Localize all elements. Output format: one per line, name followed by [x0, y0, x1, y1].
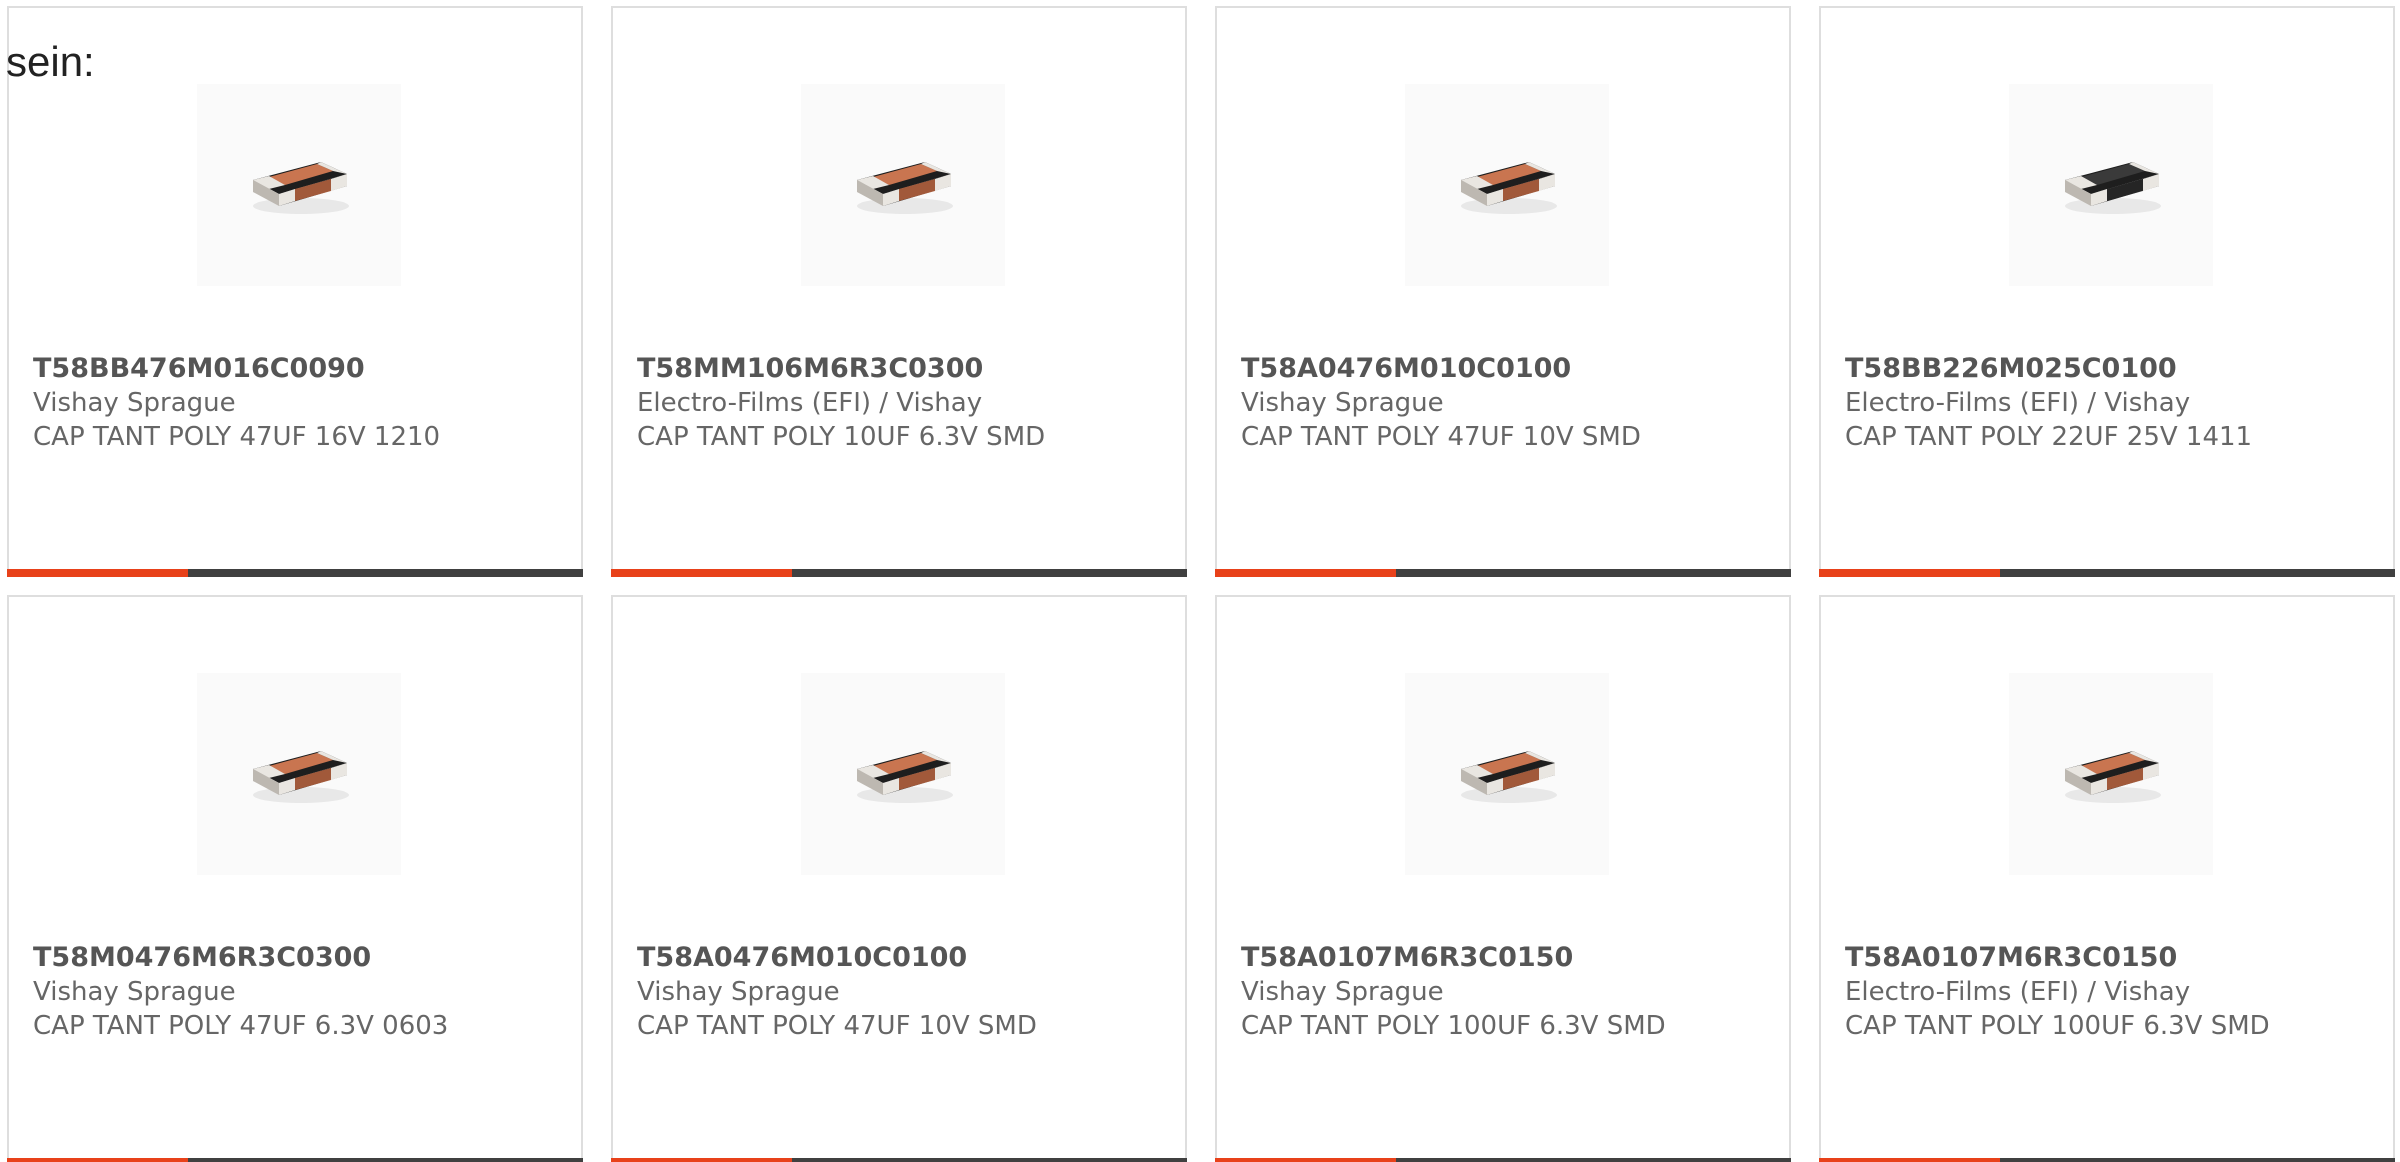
product-image[interactable]	[197, 673, 401, 875]
manufacturer: Vishay Sprague	[637, 977, 840, 1007]
product-card[interactable]: T58BB476M016C0090 Vishay Sprague CAP TAN…	[7, 6, 583, 577]
progress-bar-fill	[1215, 569, 1397, 577]
part-number[interactable]: T58A0107M6R3C0150	[1241, 941, 1573, 975]
product-card[interactable]: T58BB226M025C0100 Electro-Films (EFI) / …	[1819, 6, 2395, 577]
progress-bar-fill	[1819, 569, 2001, 577]
product-image[interactable]	[2009, 673, 2213, 875]
product-image[interactable]	[1405, 673, 1609, 875]
progress-bar-fill	[1819, 1158, 2001, 1162]
progress-bar	[611, 569, 1187, 577]
smd-capacitor-orange-icon	[239, 729, 359, 819]
product-card[interactable]: T58A0476M010C0100 Vishay Sprague CAP TAN…	[611, 595, 1187, 1162]
description: CAP TANT POLY 47UF 16V 1210	[33, 422, 441, 452]
product-card[interactable]: T58A0476M010C0100 Vishay Sprague CAP TAN…	[1215, 6, 1791, 577]
part-number[interactable]: T58A0476M010C0100	[637, 941, 967, 975]
progress-bar	[1215, 1158, 1791, 1162]
page: sein: T58BB476M016C0090 Vishay Sprague C…	[0, 0, 2400, 1162]
part-number[interactable]: T58A0476M010C0100	[1241, 352, 1571, 386]
smd-capacitor-orange-icon	[239, 140, 359, 230]
progress-bar-fill	[7, 1158, 189, 1162]
progress-bar-fill	[7, 569, 189, 577]
product-card[interactable]: T58M0476M6R3C0300 Vishay Sprague CAP TAN…	[7, 595, 583, 1162]
product-grid: T58BB476M016C0090 Vishay Sprague CAP TAN…	[7, 6, 2399, 1162]
manufacturer: Electro-Films (EFI) / Vishay	[1845, 388, 2191, 418]
part-number[interactable]: T58A0107M6R3C0150	[1845, 941, 2177, 975]
progress-bar	[7, 569, 583, 577]
progress-bar	[1819, 569, 2395, 577]
part-number[interactable]: T58M0476M6R3C0300	[33, 941, 371, 975]
manufacturer: Electro-Films (EFI) / Vishay	[637, 388, 983, 418]
smd-capacitor-black-icon	[2051, 140, 2171, 230]
description: CAP TANT POLY 47UF 6.3V 0603	[33, 1011, 449, 1041]
description: CAP TANT POLY 100UF 6.3V SMD	[1241, 1011, 1666, 1041]
progress-bar-fill	[611, 1158, 793, 1162]
progress-bar	[611, 1158, 1187, 1162]
part-number[interactable]: T58MM106M6R3C0300	[637, 352, 983, 386]
part-number[interactable]: T58BB476M016C0090	[33, 352, 365, 386]
product-card[interactable]: T58A0107M6R3C0150 Electro-Films (EFI) / …	[1819, 595, 2395, 1162]
description: CAP TANT POLY 100UF 6.3V SMD	[1845, 1011, 2270, 1041]
smd-capacitor-orange-icon	[843, 729, 963, 819]
smd-capacitor-orange-icon	[843, 140, 963, 230]
manufacturer: Vishay Sprague	[1241, 388, 1444, 418]
progress-bar-fill	[611, 569, 793, 577]
smd-capacitor-orange-icon	[2051, 729, 2171, 819]
manufacturer: Vishay Sprague	[1241, 977, 1444, 1007]
manufacturer: Vishay Sprague	[33, 977, 236, 1007]
progress-bar	[1215, 569, 1791, 577]
description: CAP TANT POLY 47UF 10V SMD	[637, 1011, 1037, 1041]
part-number[interactable]: T58BB226M025C0100	[1845, 352, 2177, 386]
intro-text: sein:	[6, 38, 95, 85]
description: CAP TANT POLY 47UF 10V SMD	[1241, 422, 1641, 452]
progress-bar	[1819, 1158, 2395, 1162]
product-image[interactable]	[801, 673, 1005, 875]
description: CAP TANT POLY 22UF 25V 1411	[1845, 422, 2253, 452]
manufacturer: Vishay Sprague	[33, 388, 236, 418]
product-card[interactable]: T58A0107M6R3C0150 Vishay Sprague CAP TAN…	[1215, 595, 1791, 1162]
product-image[interactable]	[801, 84, 1005, 286]
progress-bar	[7, 1158, 583, 1162]
manufacturer: Electro-Films (EFI) / Vishay	[1845, 977, 2191, 1007]
progress-bar-fill	[1215, 1158, 1397, 1162]
product-card[interactable]: T58MM106M6R3C0300 Electro-Films (EFI) / …	[611, 6, 1187, 577]
product-image[interactable]	[197, 84, 401, 286]
description: CAP TANT POLY 10UF 6.3V SMD	[637, 422, 1046, 452]
product-image[interactable]	[1405, 84, 1609, 286]
smd-capacitor-orange-icon	[1447, 729, 1567, 819]
product-image[interactable]	[2009, 84, 2213, 286]
smd-capacitor-orange-icon	[1447, 140, 1567, 230]
